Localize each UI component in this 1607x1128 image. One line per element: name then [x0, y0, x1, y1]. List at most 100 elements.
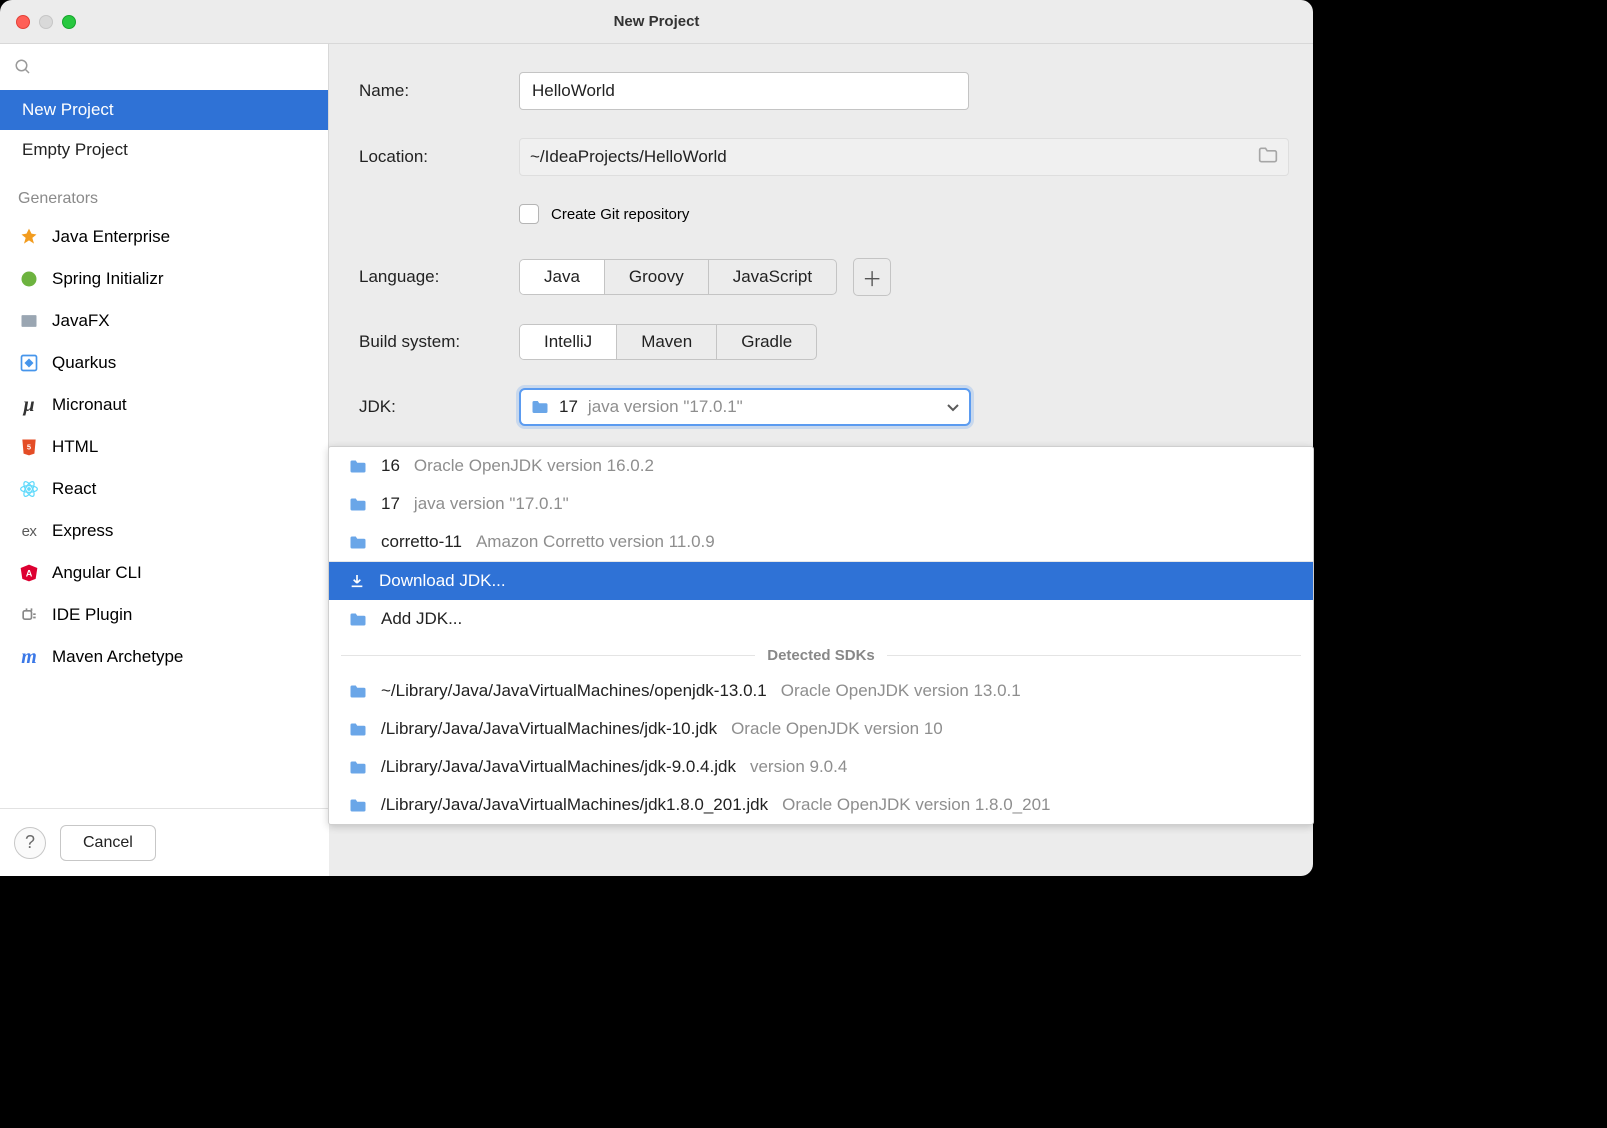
svg-text:5: 5 [27, 443, 31, 452]
sdk-desc: Oracle OpenJDK version 10 [731, 719, 943, 739]
build-seg-gradle[interactable]: Gradle [717, 325, 816, 359]
jdk-option[interactable]: corretto-11 Amazon Corretto version 11.0… [329, 523, 1313, 561]
form-panel: Name: Location: ~/IdeaProjects/HelloWorl… [329, 44, 1313, 876]
generator-maven-archetype[interactable]: mMaven Archetype [0, 636, 328, 678]
help-button[interactable]: ? [14, 827, 46, 859]
react-icon [18, 478, 40, 500]
svg-text:A: A [26, 568, 33, 578]
language-segmented: JavaGroovyJavaScript [519, 259, 837, 295]
new-project-window: New Project New ProjectEmpty Project Gen… [0, 0, 1313, 876]
generator-label: Angular CLI [52, 563, 142, 583]
generator-label: HTML [52, 437, 98, 457]
jdk-desc: java version "17.0.1" [414, 494, 569, 514]
git-label: Create Git repository [551, 206, 689, 223]
build-segmented: IntelliJMavenGradle [519, 324, 817, 360]
detected-sdk-option[interactable]: ~/Library/Java/JavaVirtualMachines/openj… [329, 672, 1313, 710]
generator-micronaut[interactable]: μMicronaut [0, 384, 328, 426]
chevron-down-icon [947, 397, 959, 417]
generator-label: Quarkus [52, 353, 116, 373]
location-input[interactable]: ~/IdeaProjects/HelloWorld [519, 138, 1289, 176]
ide-plugin-icon [18, 604, 40, 626]
generator-java-enterprise[interactable]: Java Enterprise [0, 216, 328, 258]
action-label: Download JDK... [379, 571, 506, 591]
sidebar-item-new-project[interactable]: New Project [0, 90, 328, 130]
sdk-path: /Library/Java/JavaVirtualMachines/jdk1.8… [381, 795, 768, 815]
jdk-dropdown-detected: ~/Library/Java/JavaVirtualMachines/openj… [329, 672, 1313, 824]
jdk-option[interactable]: 17 java version "17.0.1" [329, 485, 1313, 523]
quarkus-icon [18, 352, 40, 374]
sidebar-generators: Java Enterprise Spring Initializr JavaFX Qu… [0, 216, 328, 678]
folder-icon [349, 798, 367, 813]
detected-sdk-option[interactable]: /Library/Java/JavaVirtualMachines/jdk-9.… [329, 748, 1313, 786]
name-input[interactable] [519, 72, 969, 110]
location-label: Location: [359, 147, 519, 167]
jdk-label: JDK: [359, 397, 519, 417]
download-jdk[interactable]: Download JDK... [329, 562, 1313, 600]
folder-icon [349, 535, 367, 550]
window-title: New Project [0, 13, 1313, 30]
sidebar-search[interactable] [0, 52, 328, 90]
lang-seg-javascript[interactable]: JavaScript [709, 260, 836, 294]
generator-express[interactable]: ex Express [0, 510, 328, 552]
generator-html[interactable]: 5 HTML [0, 426, 328, 468]
spring-icon [18, 268, 40, 290]
build-seg-intellij[interactable]: IntelliJ [520, 325, 617, 359]
generator-quarkus[interactable]: Quarkus [0, 342, 328, 384]
folder-icon [349, 684, 367, 699]
rocket-icon [18, 226, 40, 248]
sdk-path: /Library/Java/JavaVirtualMachines/jdk-10… [381, 719, 717, 739]
download-icon [349, 573, 365, 589]
dialog-body: New ProjectEmpty Project Generators Java… [0, 44, 1313, 876]
git-checkbox-row[interactable]: Create Git repository [519, 204, 1289, 224]
folder-icon [349, 760, 367, 775]
generators-label: Generators [0, 170, 328, 216]
detected-sdks-header: Detected SDKs [329, 638, 1313, 672]
jdk-dropdown: 16 Oracle OpenJDK version 16.0.217 java … [328, 446, 1314, 825]
generator-label: Express [52, 521, 113, 541]
lang-seg-java[interactable]: Java [520, 260, 605, 294]
language-label: Language: [359, 267, 519, 287]
jdk-dropdown-installed: 16 Oracle OpenJDK version 16.0.217 java … [329, 447, 1313, 561]
build-seg-maven[interactable]: Maven [617, 325, 717, 359]
jdk-folder-icon [531, 399, 549, 415]
detected-sdk-option[interactable]: /Library/Java/JavaVirtualMachines/jdk-10… [329, 710, 1313, 748]
html-icon: 5 [18, 436, 40, 458]
generator-react[interactable]: React [0, 468, 328, 510]
action-label: Add JDK... [381, 609, 462, 629]
build-label: Build system: [359, 332, 519, 352]
generator-javafx[interactable]: JavaFX [0, 300, 328, 342]
lang-seg-groovy[interactable]: Groovy [605, 260, 709, 294]
folder-icon [349, 722, 367, 737]
generator-label: Java Enterprise [52, 227, 170, 247]
location-value: ~/IdeaProjects/HelloWorld [530, 147, 1250, 167]
jdk-name: 16 [381, 456, 400, 476]
express-icon: ex [18, 520, 40, 542]
generator-label: Micronaut [52, 395, 127, 415]
generator-label: Spring Initializr [52, 269, 164, 289]
javafx-icon [18, 310, 40, 332]
generator-label: React [52, 479, 96, 499]
dialog-footer: ? Cancel [0, 808, 329, 876]
jdk-desc: Amazon Corretto version 11.0.9 [476, 532, 715, 552]
jdk-dropdown-actions: Download JDK... Add JDK... [329, 562, 1313, 638]
sdk-desc: Oracle OpenJDK version 1.8.0_201 [782, 795, 1050, 815]
add-language-button[interactable]: ＋ [853, 258, 891, 296]
add-jdk[interactable]: Add JDK... [329, 600, 1313, 638]
generator-spring-initializr[interactable]: Spring Initializr [0, 258, 328, 300]
titlebar: New Project [0, 0, 1313, 44]
git-checkbox[interactable] [519, 204, 539, 224]
sdk-path: ~/Library/Java/JavaVirtualMachines/openj… [381, 681, 767, 701]
jdk-select[interactable]: 17 java version "17.0.1" [519, 388, 971, 426]
sidebar-item-empty-project[interactable]: Empty Project [0, 130, 328, 170]
cancel-button[interactable]: Cancel [60, 825, 156, 861]
jdk-selected-name: 17 [559, 397, 578, 417]
jdk-name: 17 [381, 494, 400, 514]
search-icon [14, 58, 32, 76]
folder-icon [349, 497, 367, 512]
generator-ide-plugin[interactable]: IDE Plugin [0, 594, 328, 636]
detected-sdk-option[interactable]: /Library/Java/JavaVirtualMachines/jdk1.8… [329, 786, 1313, 824]
sdk-desc: version 9.0.4 [750, 757, 847, 777]
generator-angular-cli[interactable]: A Angular CLI [0, 552, 328, 594]
jdk-option[interactable]: 16 Oracle OpenJDK version 16.0.2 [329, 447, 1313, 485]
browse-folder-icon[interactable] [1258, 146, 1278, 169]
